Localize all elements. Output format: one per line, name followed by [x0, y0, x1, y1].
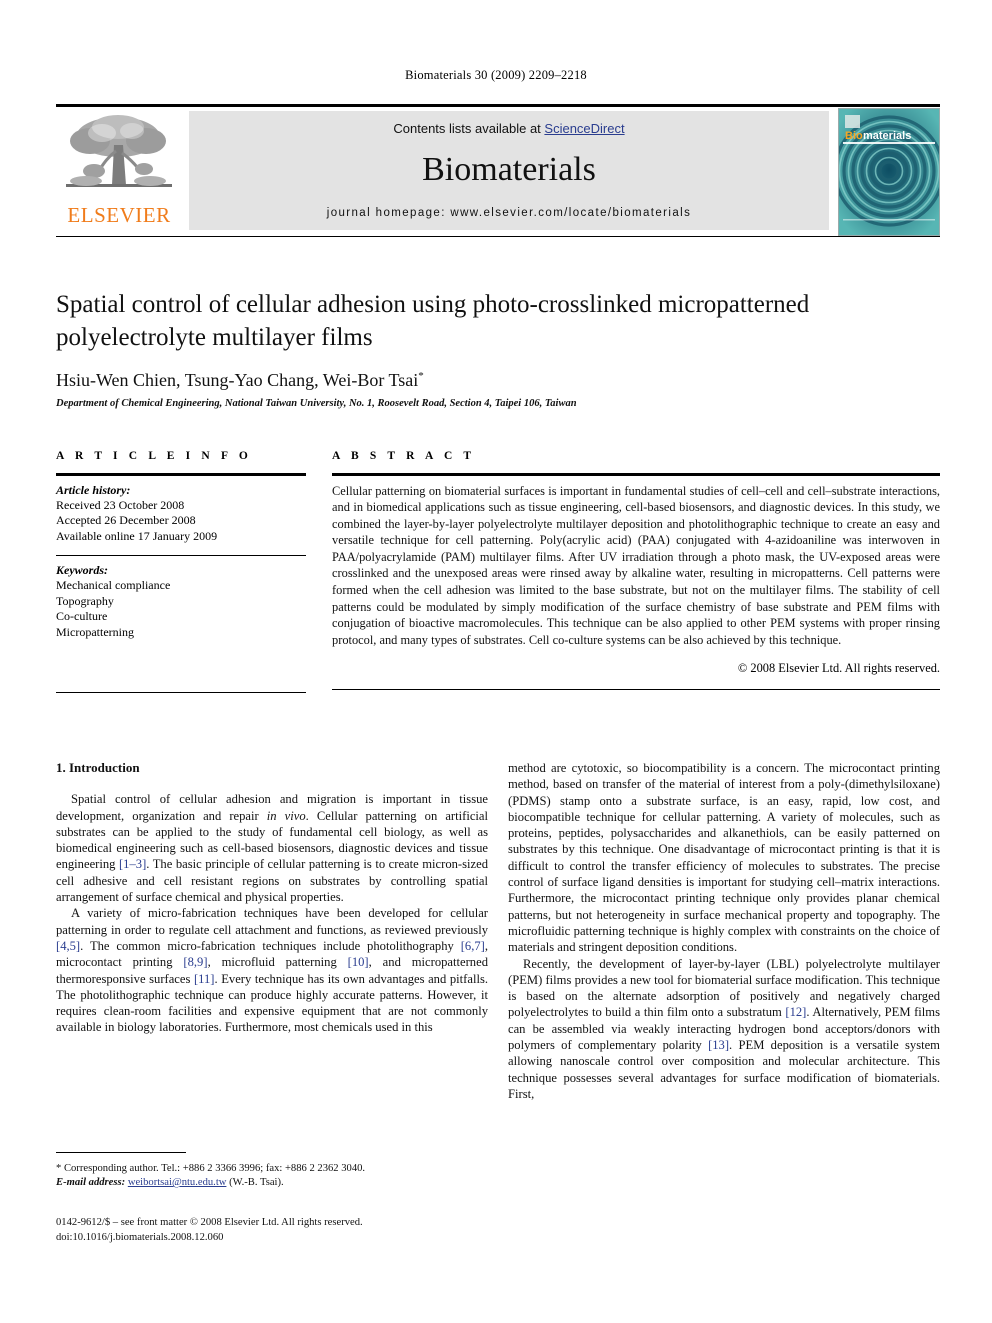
doi-line: doi:10.1016/j.biomaterials.2008.12.060: [56, 1231, 224, 1243]
body-column-left: 1. Introduction Spatial control of cellu…: [56, 760, 488, 1036]
keyword-item: Topography: [56, 593, 114, 608]
email-owner: (W.-B. Tsai).: [229, 1177, 284, 1189]
elsevier-wordmark: ELSEVIER: [67, 203, 171, 227]
abstract-box: A B S T R A C T Cellular patterning on b…: [332, 450, 940, 691]
corresponding-author-marker: *: [418, 370, 424, 382]
abstract-heading: A B S T R A C T: [332, 450, 476, 462]
page-footer: 0142-9612/$ – see front matter © 2008 El…: [56, 1216, 556, 1245]
article-history-online: Available online 17 January 2009: [56, 528, 218, 543]
keyword-item: Micropatterning: [56, 624, 134, 639]
keywords-label: Keywords:: [56, 563, 108, 578]
abstract-bottom-rule: [332, 688, 940, 691]
journal-homepage-url[interactable]: journal homepage: www.elsevier.com/locat…: [189, 207, 829, 219]
section-heading-introduction: 1. Introduction: [56, 760, 140, 775]
article-info-bottom-rule: [56, 692, 306, 694]
body-paragraph: A variety of micro-fabrication technique…: [56, 906, 488, 1035]
abstract-text: Cellular patterning on biomaterial surfa…: [332, 483, 940, 647]
footnote-contact-line: * Corresponding author. Tel.: +886 2 336…: [56, 1163, 366, 1175]
article-info-box: A R T I C L E I N F O Article history: R…: [56, 450, 306, 694]
email-address-label: E-mail address:: [56, 1177, 126, 1189]
cover-title-part-b: materials: [863, 130, 911, 142]
body-column-right: method are cytotoxic, so biocompatibilit…: [508, 760, 940, 1102]
keyword-item: Co-culture: [56, 609, 108, 624]
article-history-accepted: Accepted 26 December 2008: [56, 513, 196, 527]
abstract-top-rule: [332, 473, 940, 476]
journal-masthead: ELSEVIER Contents lists available at Sci…: [56, 104, 940, 237]
body-paragraph: Recently, the development of layer-by-la…: [508, 956, 940, 1101]
article-info-top-rule: [56, 473, 306, 476]
elsevier-tree-icon: [66, 115, 172, 187]
email-link[interactable]: weibortsai@ntu.edu.tw: [128, 1177, 227, 1188]
contents-available-line: Contents lists available at ScienceDirec…: [189, 121, 829, 136]
body-paragraph: method are cytotoxic, so biocompatibilit…: [508, 761, 940, 955]
article-title: Spatial control of cellular adhesion usi…: [56, 291, 810, 351]
cover-title-part-a: Bio: [845, 130, 863, 142]
author-list: Hsiu-Wen Chien, Tsung-Yao Chang, Wei-Bor…: [56, 370, 940, 391]
cover-artwork-icon: Bio materials: [839, 109, 939, 235]
issn-copyright-line: 0142-9612/$ – see front matter © 2008 El…: [56, 1217, 363, 1228]
masthead-bottom-rule: [56, 235, 940, 237]
body-paragraph: Spatial control of cellular adhesion and…: [56, 792, 489, 905]
journal-title: Biomaterials: [422, 151, 596, 188]
author-names: Hsiu-Wen Chien, Tsung-Yao Chang, Wei-Bor…: [56, 370, 419, 390]
keyword-item: Mechanical compliance: [56, 578, 171, 593]
elsevier-logo: ELSEVIER: [60, 111, 178, 231]
article-history-label: Article history:: [56, 482, 131, 497]
masthead-top-rule: [56, 104, 940, 107]
sciencedirect-link[interactable]: ScienceDirect: [544, 121, 624, 136]
footnote-email-line: E-mail address: weibortsai@ntu.edu.tw (W…: [56, 1176, 488, 1190]
article-history-received: Received 23 October 2008: [56, 497, 185, 512]
article-info-heading: A R T I C L E I N F O: [56, 450, 252, 462]
contents-prefix-text: Contents lists available at: [393, 121, 545, 136]
corresponding-author-footnote: * Corresponding author. Tel.: +886 2 336…: [56, 1152, 488, 1190]
keywords-divider-rule: [56, 555, 306, 557]
footnote-rule: [56, 1152, 186, 1154]
affiliation: Department of Chemical Engineering, Nati…: [56, 398, 577, 409]
running-head: Biomaterials 30 (2009) 2209–2218: [405, 68, 587, 82]
journal-article-page: Biomaterials 30 (2009) 2209–2218 ELSEVIE…: [0, 0, 992, 1323]
journal-cover-thumbnail[interactable]: Bio materials: [838, 108, 940, 236]
journal-banner: Contents lists available at ScienceDirec…: [189, 111, 829, 230]
abstract-copyright: © 2008 Elsevier Ltd. All rights reserved…: [737, 661, 940, 676]
